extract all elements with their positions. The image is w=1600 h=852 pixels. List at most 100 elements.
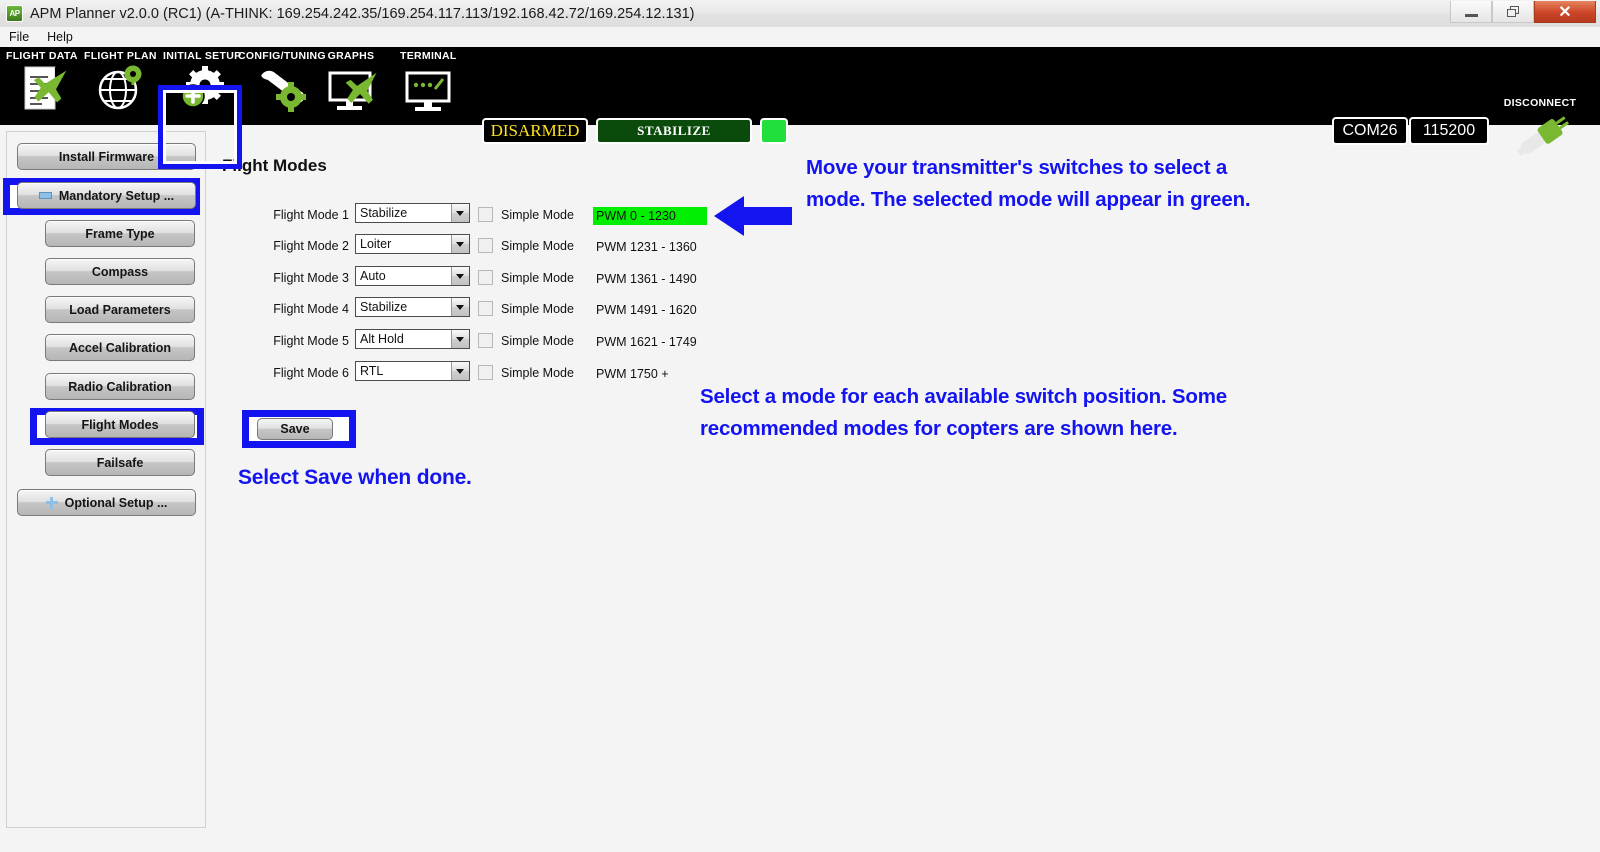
menu-item-file[interactable]: File <box>0 30 38 44</box>
flight-mode-value-1: Stabilize <box>360 206 408 220</box>
pwm-range-2: PWM 1231 - 1360 <box>596 240 697 254</box>
flight-mode-value-2: Loiter <box>360 237 392 251</box>
close-icon: ✕ <box>1558 3 1572 21</box>
flight-mode-value-6: RTL <box>360 364 384 378</box>
chevron-down-icon <box>450 267 469 285</box>
annotation-transmitter: Move your transmitter's switches to sele… <box>806 156 1251 211</box>
simple-mode-checkbox-6[interactable] <box>478 365 493 380</box>
main-toolbar: FLIGHT DATA FLIGHT PLAN INITIAL SETUP CO… <box>0 47 1600 169</box>
disconnect-button[interactable]: DISCONNECT <box>1490 97 1590 169</box>
baud-rate-field[interactable]: 115200 <box>1409 117 1489 145</box>
toolbar-label-terminal: TERMINAL <box>400 50 457 62</box>
title-bar: AP APM Planner v2.0.0 (RC1) (A-THINK: 16… <box>0 0 1600 28</box>
minimize-icon <box>1464 13 1478 17</box>
simple-mode-label-6: Simple Mode <box>501 366 574 380</box>
sidebar-item-compass[interactable]: Compass <box>45 258 195 285</box>
flight-mode-select-1[interactable]: Stabilize <box>355 203 470 223</box>
sidebar-item-frame-type[interactable]: Frame Type <box>45 220 195 247</box>
close-button[interactable]: ✕ <box>1534 1 1596 23</box>
minimize-button[interactable] <box>1450 1 1492 23</box>
flight-mode-select-2[interactable]: Loiter <box>355 234 470 254</box>
sidebar-item-flight-modes[interactable]: Flight Modes <box>45 411 195 438</box>
monitor-terminal-icon <box>401 63 455 115</box>
flight-mode-label-5: Flight Mode 5 <box>273 334 349 348</box>
pwm-range-6: PWM 1750 + <box>596 367 669 381</box>
annotation-select-mode: Select a mode for each available switch … <box>700 385 1227 440</box>
simple-mode-label-4: Simple Mode <box>501 302 574 316</box>
window-title: APM Planner v2.0.0 (RC1) (A-THINK: 169.2… <box>30 5 695 22</box>
pwm-range-3: PWM 1361 - 1490 <box>596 272 697 286</box>
com-port-field[interactable]: COM26 <box>1332 117 1408 145</box>
simple-mode-label-3: Simple Mode <box>501 271 574 285</box>
sidebar-label-compass: Compass <box>91 264 149 279</box>
toolbar-item-graphs[interactable]: GRAPHS <box>324 50 378 122</box>
sidebar-item-radio-calibration[interactable]: Radio Calibration <box>45 373 195 400</box>
simple-mode-label-1: Simple Mode <box>501 208 574 222</box>
simple-mode-checkbox-3[interactable] <box>478 270 493 285</box>
sidebar-label-mandatory-setup: Mandatory Setup ... <box>58 188 175 203</box>
flight-mode-label-2: Flight Mode 2 <box>273 239 349 253</box>
highlight-box-initial-setup <box>158 85 242 169</box>
sidebar-item-accel-calibration[interactable]: Accel Calibration <box>45 334 195 361</box>
status-badge-armed: DISARMED <box>482 118 588 144</box>
flight-mode-label-6: Flight Mode 6 <box>273 366 349 380</box>
annotation-arrow-icon <box>714 195 792 237</box>
sidebar-item-optional-setup[interactable]: Optional Setup ... <box>17 489 196 516</box>
flight-mode-select-6[interactable]: RTL <box>355 361 470 381</box>
sidebar-item-failsafe[interactable]: Failsafe <box>45 449 195 476</box>
toolbar-label-config-tuning: CONFIG/TUNING <box>238 50 326 62</box>
status-badge-flight-mode: STABILIZE <box>596 118 752 144</box>
window-controls: ✕ <box>1450 1 1596 23</box>
simple-mode-checkbox-4[interactable] <box>478 301 493 316</box>
toolbar-item-flight-plan[interactable]: FLIGHT PLAN <box>84 50 157 122</box>
app-icon: AP <box>6 5 23 22</box>
chevron-down-icon <box>450 235 469 253</box>
sidebar-label-radio-calibration: Radio Calibration <box>68 379 172 394</box>
flight-mode-select-4[interactable]: Stabilize <box>355 297 470 317</box>
sidebar-label-optional-setup: Optional Setup ... <box>64 495 168 510</box>
app-window: AP APM Planner v2.0.0 (RC1) (A-THINK: 16… <box>0 0 1600 852</box>
sidebar-label-load-parameters: Load Parameters <box>69 302 171 317</box>
flight-mode-value-3: Auto <box>360 269 386 283</box>
flight-mode-label-1: Flight Mode 1 <box>273 208 349 222</box>
toolbar-item-config-tuning[interactable]: CONFIG/TUNING <box>238 50 326 122</box>
flight-mode-value-5: Alt Hold <box>360 332 404 346</box>
status-led-link <box>760 118 788 144</box>
simple-mode-checkbox-2[interactable] <box>478 238 493 253</box>
sidebar-label-install-firmware: Install Firmware <box>58 149 155 164</box>
simple-mode-checkbox-5[interactable] <box>478 333 493 348</box>
chevron-down-icon <box>450 330 469 348</box>
flight-mode-select-5[interactable]: Alt Hold <box>355 329 470 349</box>
menu-item-help[interactable]: Help <box>38 30 82 44</box>
plug-icon <box>1513 110 1569 162</box>
pwm-range-4: PWM 1491 - 1620 <box>596 303 697 317</box>
flight-mode-label-4: Flight Mode 4 <box>273 302 349 316</box>
wrench-gear-icon <box>255 63 309 115</box>
disconnect-label: DISCONNECT <box>1503 97 1577 109</box>
sidebar-label-flight-modes: Flight Modes <box>81 417 159 432</box>
toolbar-item-terminal[interactable]: TERMINAL <box>400 50 457 122</box>
sidebar-item-load-parameters[interactable]: Load Parameters <box>45 296 195 323</box>
flight-mode-label-3: Flight Mode 3 <box>273 271 349 285</box>
restore-icon <box>1506 5 1520 18</box>
toolbar-label-flight-plan: FLIGHT PLAN <box>84 50 157 62</box>
sidebar-item-mandatory-setup[interactable]: Mandatory Setup ... <box>17 182 196 209</box>
annotation-save: Select Save when done. <box>238 466 472 489</box>
toolbar-label-flight-data: FLIGHT DATA <box>6 50 78 62</box>
flight-mode-value-4: Stabilize <box>360 300 408 314</box>
plus-icon <box>45 496 58 509</box>
sidebar-label-accel-calibration: Accel Calibration <box>68 340 172 355</box>
flight-mode-select-3[interactable]: Auto <box>355 266 470 286</box>
chevron-down-icon <box>450 204 469 222</box>
pwm-range-5: PWM 1621 - 1749 <box>596 335 697 349</box>
toolbar-label-graphs: GRAPHS <box>327 50 375 62</box>
restore-button[interactable] <box>1492 1 1534 23</box>
monitor-plane-icon <box>324 63 378 115</box>
toolbar-item-flight-data[interactable]: FLIGHT DATA <box>6 50 78 122</box>
simple-mode-checkbox-1[interactable] <box>478 207 493 222</box>
save-button[interactable]: Save <box>257 418 333 440</box>
chevron-down-icon <box>450 298 469 316</box>
menu-bar: File Help <box>0 27 1600 47</box>
simple-mode-label-2: Simple Mode <box>501 239 574 253</box>
minus-icon <box>38 192 52 199</box>
